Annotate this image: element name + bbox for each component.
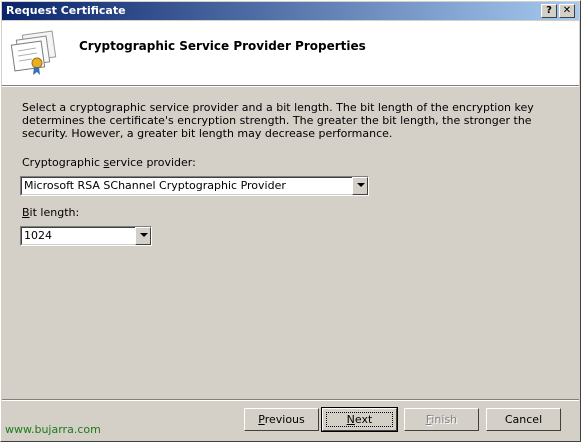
chevron-down-icon[interactable] bbox=[135, 227, 151, 245]
description-text: Select a cryptographic service provider … bbox=[22, 101, 534, 140]
next-button[interactable]: Next bbox=[321, 407, 398, 432]
title-bar[interactable]: Request Certificate ? ✕ bbox=[2, 2, 579, 20]
close-button[interactable]: ✕ bbox=[559, 4, 575, 18]
chevron-down-icon[interactable] bbox=[352, 177, 368, 195]
close-icon: ✕ bbox=[562, 5, 572, 16]
help-button[interactable]: ? bbox=[541, 4, 557, 18]
csp-select-value: Microsoft RSA SChannel Cryptographic Pro… bbox=[24, 179, 286, 192]
certificate-icon bbox=[10, 30, 57, 75]
page-title: Cryptographic Service Provider Propertie… bbox=[79, 39, 366, 53]
csp-label: Cryptographic service provider: bbox=[22, 156, 196, 169]
window-title: Request Certificate bbox=[6, 4, 126, 17]
watermark: www.bujarra.com bbox=[5, 423, 101, 436]
csp-select[interactable]: Microsoft RSA SChannel Cryptographic Pro… bbox=[20, 176, 369, 196]
finish-button[interactable]: Finish bbox=[404, 408, 479, 431]
help-icon: ? bbox=[546, 5, 552, 16]
header-divider bbox=[2, 86, 579, 87]
previous-button[interactable]: Previous bbox=[244, 408, 319, 431]
footer-divider-highlight bbox=[2, 400, 579, 401]
bit-length-value: 1024 bbox=[24, 229, 52, 242]
cancel-button[interactable]: Cancel bbox=[486, 408, 561, 431]
wizard-header: Cryptographic Service Provider Propertie… bbox=[2, 21, 579, 86]
bit-length-select[interactable]: 1024 bbox=[20, 226, 152, 246]
request-certificate-dialog: Request Certificate ? ✕ Cryptographic Se… bbox=[0, 0, 581, 442]
bit-length-label: Bit length: bbox=[22, 206, 80, 219]
